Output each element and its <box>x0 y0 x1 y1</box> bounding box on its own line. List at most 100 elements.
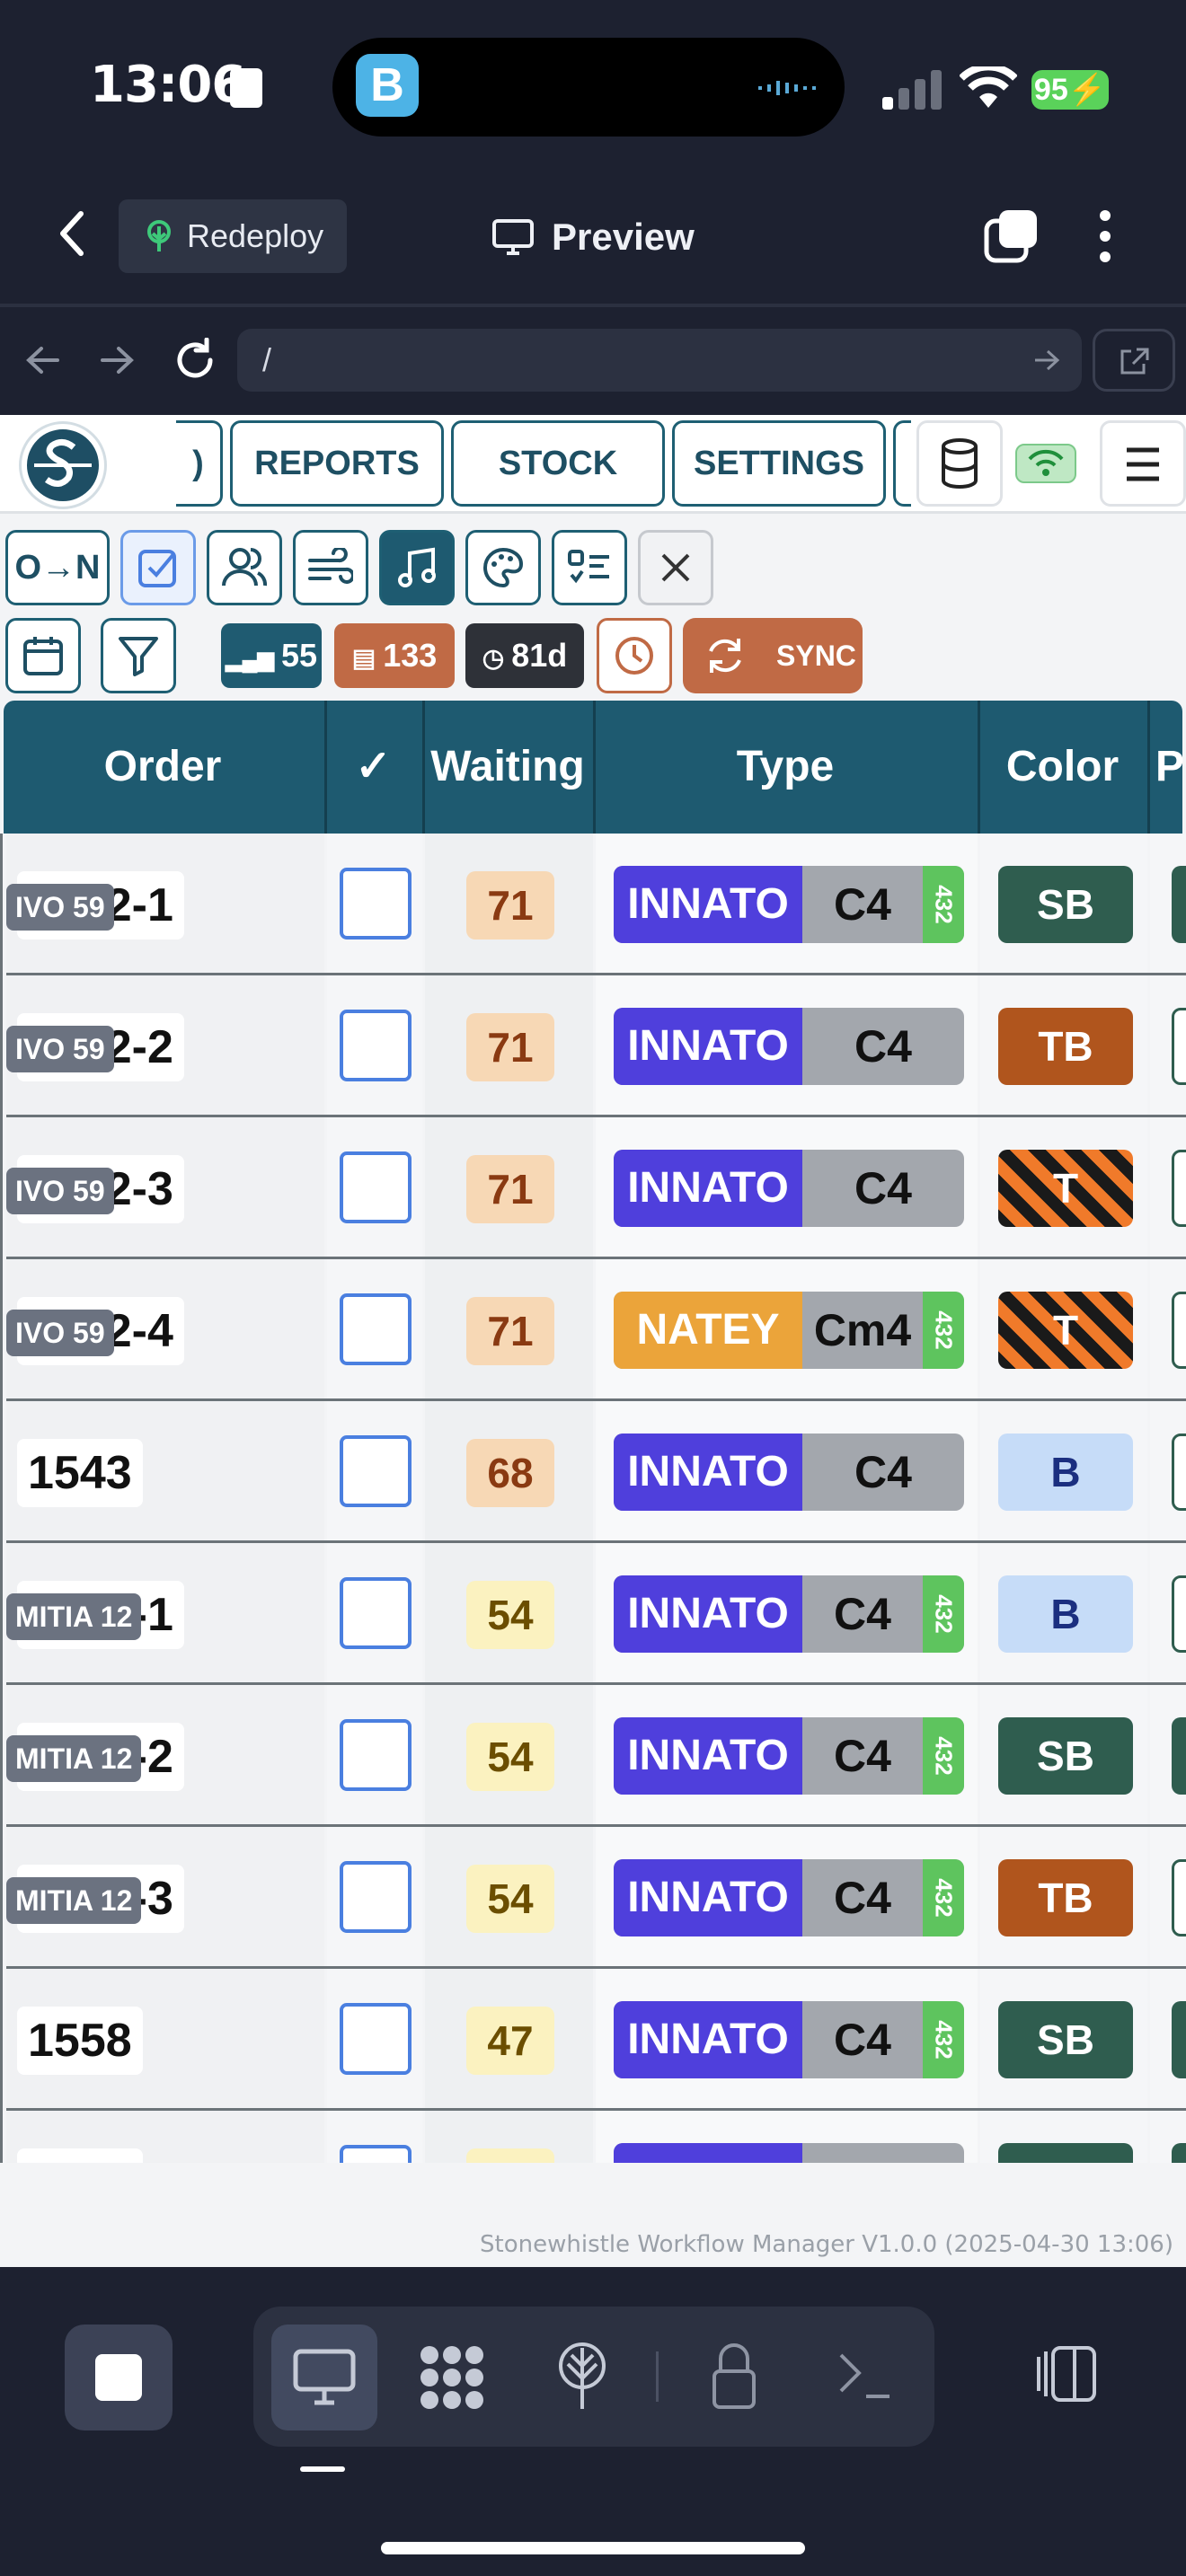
nav-tab-partial-right[interactable] <box>893 420 911 507</box>
color-badge: B <box>998 1575 1133 1653</box>
col-order[interactable]: Order <box>4 701 322 834</box>
waiting-cell: 71 <box>425 1259 593 1398</box>
tab-settings[interactable]: SETTINGS <box>672 420 886 507</box>
row-checkbox[interactable] <box>340 868 412 940</box>
order-tag: IVO 59 <box>6 1168 114 1214</box>
checklist-filter-button[interactable] <box>120 530 196 605</box>
palette-filter-button[interactable] <box>465 530 541 605</box>
table-row[interactable]: 1555-1MITIA 12 54 INNATO C4 432 B <box>6 1543 1186 1685</box>
nav-back-icon[interactable] <box>25 343 61 377</box>
tuning-value: 432 <box>930 1736 958 1776</box>
table-row[interactable]: 1555-3MITIA 12 54 INNATO C4 432 TB <box>6 1827 1186 1969</box>
grid-icon[interactable] <box>419 2344 485 2411</box>
col-type[interactable]: Type <box>593 701 975 834</box>
partial-badge <box>1172 1859 1186 1936</box>
color-cell: B <box>980 1543 1147 1682</box>
order-number[interactable]: 1558 <box>17 2007 143 2075</box>
partial-cell <box>1150 1543 1186 1682</box>
partial-cell <box>1150 1259 1186 1398</box>
nav-forward-icon[interactable] <box>99 343 135 377</box>
tree-deploy-icon[interactable] <box>553 2342 611 2411</box>
wind-filter-button[interactable] <box>293 530 368 605</box>
tuning-badge: 432 <box>923 866 964 943</box>
col-partial[interactable]: P <box>1147 701 1184 834</box>
waiting-cell: 71 <box>425 1117 593 1257</box>
stop-button[interactable] <box>65 2325 173 2430</box>
connection-status-badge <box>1015 444 1076 483</box>
panel-icon[interactable] <box>1035 2344 1098 2404</box>
go-arrow-icon[interactable] <box>1033 348 1060 372</box>
tab-stock[interactable]: STOCK <box>451 420 665 507</box>
monitor-icon <box>492 219 534 255</box>
date-filter-button[interactable] <box>5 618 81 693</box>
table-row[interactable]: 1558 47 INNATO C4 432 SB <box>6 1969 1186 2111</box>
history-button[interactable] <box>597 618 672 693</box>
row-checkbox[interactable] <box>340 2003 412 2075</box>
reload-icon[interactable] <box>173 338 217 383</box>
more-menu-icon[interactable] <box>1096 208 1114 264</box>
url-input[interactable]: / <box>237 329 1082 392</box>
customers-filter-button[interactable] <box>207 530 282 605</box>
desktop-button[interactable] <box>271 2325 377 2430</box>
row-checkbox[interactable] <box>340 1577 412 1649</box>
tab-reports[interactable]: REPORTS <box>230 420 444 507</box>
terminal-icon[interactable] <box>837 2348 891 2402</box>
partial-badge <box>1172 866 1186 943</box>
color-badge: T <box>998 1150 1133 1227</box>
sync-button[interactable]: SYNC <box>683 618 863 693</box>
table-row[interactable]: 1542-3IVO 59 71 INNATO C4 T <box>6 1117 1186 1259</box>
back-chevron-icon[interactable] <box>54 208 90 259</box>
lock-icon[interactable] <box>712 2341 757 2411</box>
table-row[interactable]: 1568 41 INNATOC4 SB <box>6 2111 1186 2163</box>
table-row[interactable]: 1543 68 INNATO C4 B <box>6 1401 1186 1543</box>
partial-cell <box>1150 834 1186 973</box>
tasks-filter-button[interactable] <box>552 530 627 605</box>
row-checkbox[interactable] <box>340 1435 412 1507</box>
order-cell: 1555-2MITIA 12 <box>6 1685 324 1824</box>
order-cell: 1543 <box>6 1401 324 1540</box>
color-badge: SB <box>998 2143 1133 2163</box>
order-cell: 1568 <box>6 2111 324 2163</box>
app-viewport: ) REPORTS STOCK SETTINGS O→N ▂▄▆ 55 ▤ 13… <box>0 415 1186 2267</box>
nav-tab-partial[interactable]: ) <box>176 420 223 507</box>
type-badge: NATEY Cm4 432 <box>614 1292 964 1369</box>
row-checkbox[interactable] <box>340 2145 412 2163</box>
version-footer: Stonewhistle Workflow Manager V1.0.0 (20… <box>480 2231 1173 2258</box>
filter-toolbar: O→N <box>0 530 1186 605</box>
table-row[interactable]: 1542-1IVO 59 71 INNATO C4 432 SB <box>6 834 1186 975</box>
row-checkbox[interactable] <box>340 1719 412 1791</box>
type-cell: INNATO C4 <box>596 1401 978 1540</box>
checklist-icon <box>568 550 609 584</box>
tabs-icon[interactable] <box>983 208 1039 264</box>
table-row[interactable]: 1542-2IVO 59 71 INNATO C4 TB <box>6 975 1186 1117</box>
partial-badge <box>1172 2001 1186 2078</box>
sort-order-toggle[interactable]: O→N <box>5 530 110 605</box>
clear-filters-button[interactable] <box>638 530 713 605</box>
hamburger-icon <box>1127 447 1159 481</box>
row-checkbox[interactable] <box>340 1010 412 1081</box>
funnel-filter-button[interactable] <box>101 618 176 693</box>
row-checkbox[interactable] <box>340 1861 412 1933</box>
music-note-icon <box>398 547 436 587</box>
col-waiting[interactable]: Waiting <box>422 701 590 834</box>
order-number[interactable]: 1568 <box>17 2148 143 2163</box>
redeploy-button[interactable]: Redeploy <box>119 199 347 273</box>
order-number[interactable]: 1543 <box>17 1439 143 1507</box>
type-badge: INNATO C4 432 <box>614 1859 964 1936</box>
order-tag: MITIA 12 <box>6 1877 142 1924</box>
table-row[interactable]: 1542-4IVO 59 71 NATEYCm4 432 T <box>6 1259 1186 1401</box>
logo[interactable] <box>22 424 104 507</box>
col-check[interactable]: ✓ <box>324 701 420 834</box>
waiting-cell: 68 <box>425 1401 593 1540</box>
col-color[interactable]: Color <box>978 701 1145 834</box>
music-filter-button[interactable] <box>379 530 455 605</box>
hamburger-menu-button[interactable] <box>1100 420 1186 507</box>
wifi-icon <box>960 66 1017 108</box>
table-row[interactable]: 1555-2MITIA 12 54 INNATO C4 432 SB <box>6 1685 1186 1827</box>
row-checkbox[interactable] <box>340 1151 412 1223</box>
open-external-button[interactable] <box>1093 329 1175 392</box>
color-cell: SB <box>980 1969 1147 2108</box>
database-button[interactable] <box>916 420 1003 507</box>
row-checkbox[interactable] <box>340 1293 412 1365</box>
color-badge: B <box>998 1434 1133 1511</box>
